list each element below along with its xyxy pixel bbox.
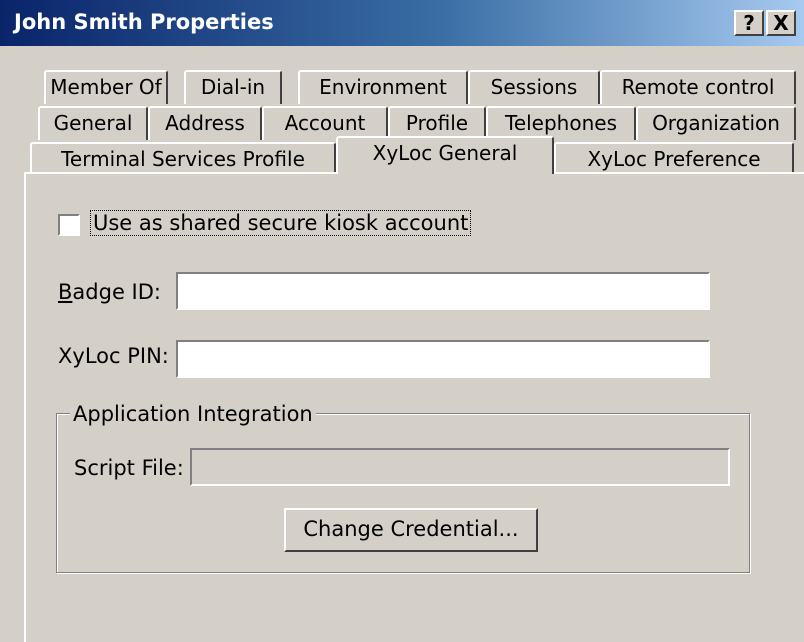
tab-member-of[interactable]: Member Of (44, 70, 168, 104)
close-button[interactable]: X (766, 10, 796, 36)
tab-account[interactable]: Account (262, 106, 388, 140)
tab-terminal-services-profile[interactable]: Terminal Services Profile (30, 142, 336, 176)
tab-dial-in[interactable]: Dial-in (184, 70, 282, 104)
tab-sessions[interactable]: Sessions (468, 70, 600, 104)
tab-environment[interactable]: Environment (298, 70, 468, 104)
tab-telephones[interactable]: Telephones (486, 106, 636, 140)
script-file-label: Script File: (74, 456, 184, 480)
tab-xyloc-preference[interactable]: XyLoc Preference (554, 142, 794, 176)
tab-xyloc-general[interactable]: XyLoc General (336, 136, 554, 174)
tab-remote-control[interactable]: Remote control (600, 70, 796, 104)
window-title: John Smith Properties (14, 10, 274, 34)
change-credential-button[interactable]: Change Credential... (284, 508, 538, 552)
pin-label: XyLoc PIN: (58, 344, 169, 368)
application-integration-title: Application Integration (70, 402, 316, 426)
script-file-input (190, 448, 730, 486)
badge-id-label: Badge ID: (58, 280, 161, 304)
tab-profile[interactable]: Profile (388, 106, 486, 140)
kiosk-checkbox[interactable] (58, 214, 80, 236)
pin-input[interactable] (176, 340, 710, 378)
title-bar: John Smith Properties ? X (0, 0, 804, 46)
tab-general[interactable]: General (38, 106, 148, 140)
badge-id-input[interactable] (176, 272, 710, 310)
help-button[interactable]: ? (734, 10, 764, 36)
tab-address[interactable]: Address (148, 106, 262, 140)
tab-organization[interactable]: Organization (636, 106, 796, 140)
kiosk-checkbox-label[interactable]: Use as shared secure kiosk account (90, 210, 472, 236)
